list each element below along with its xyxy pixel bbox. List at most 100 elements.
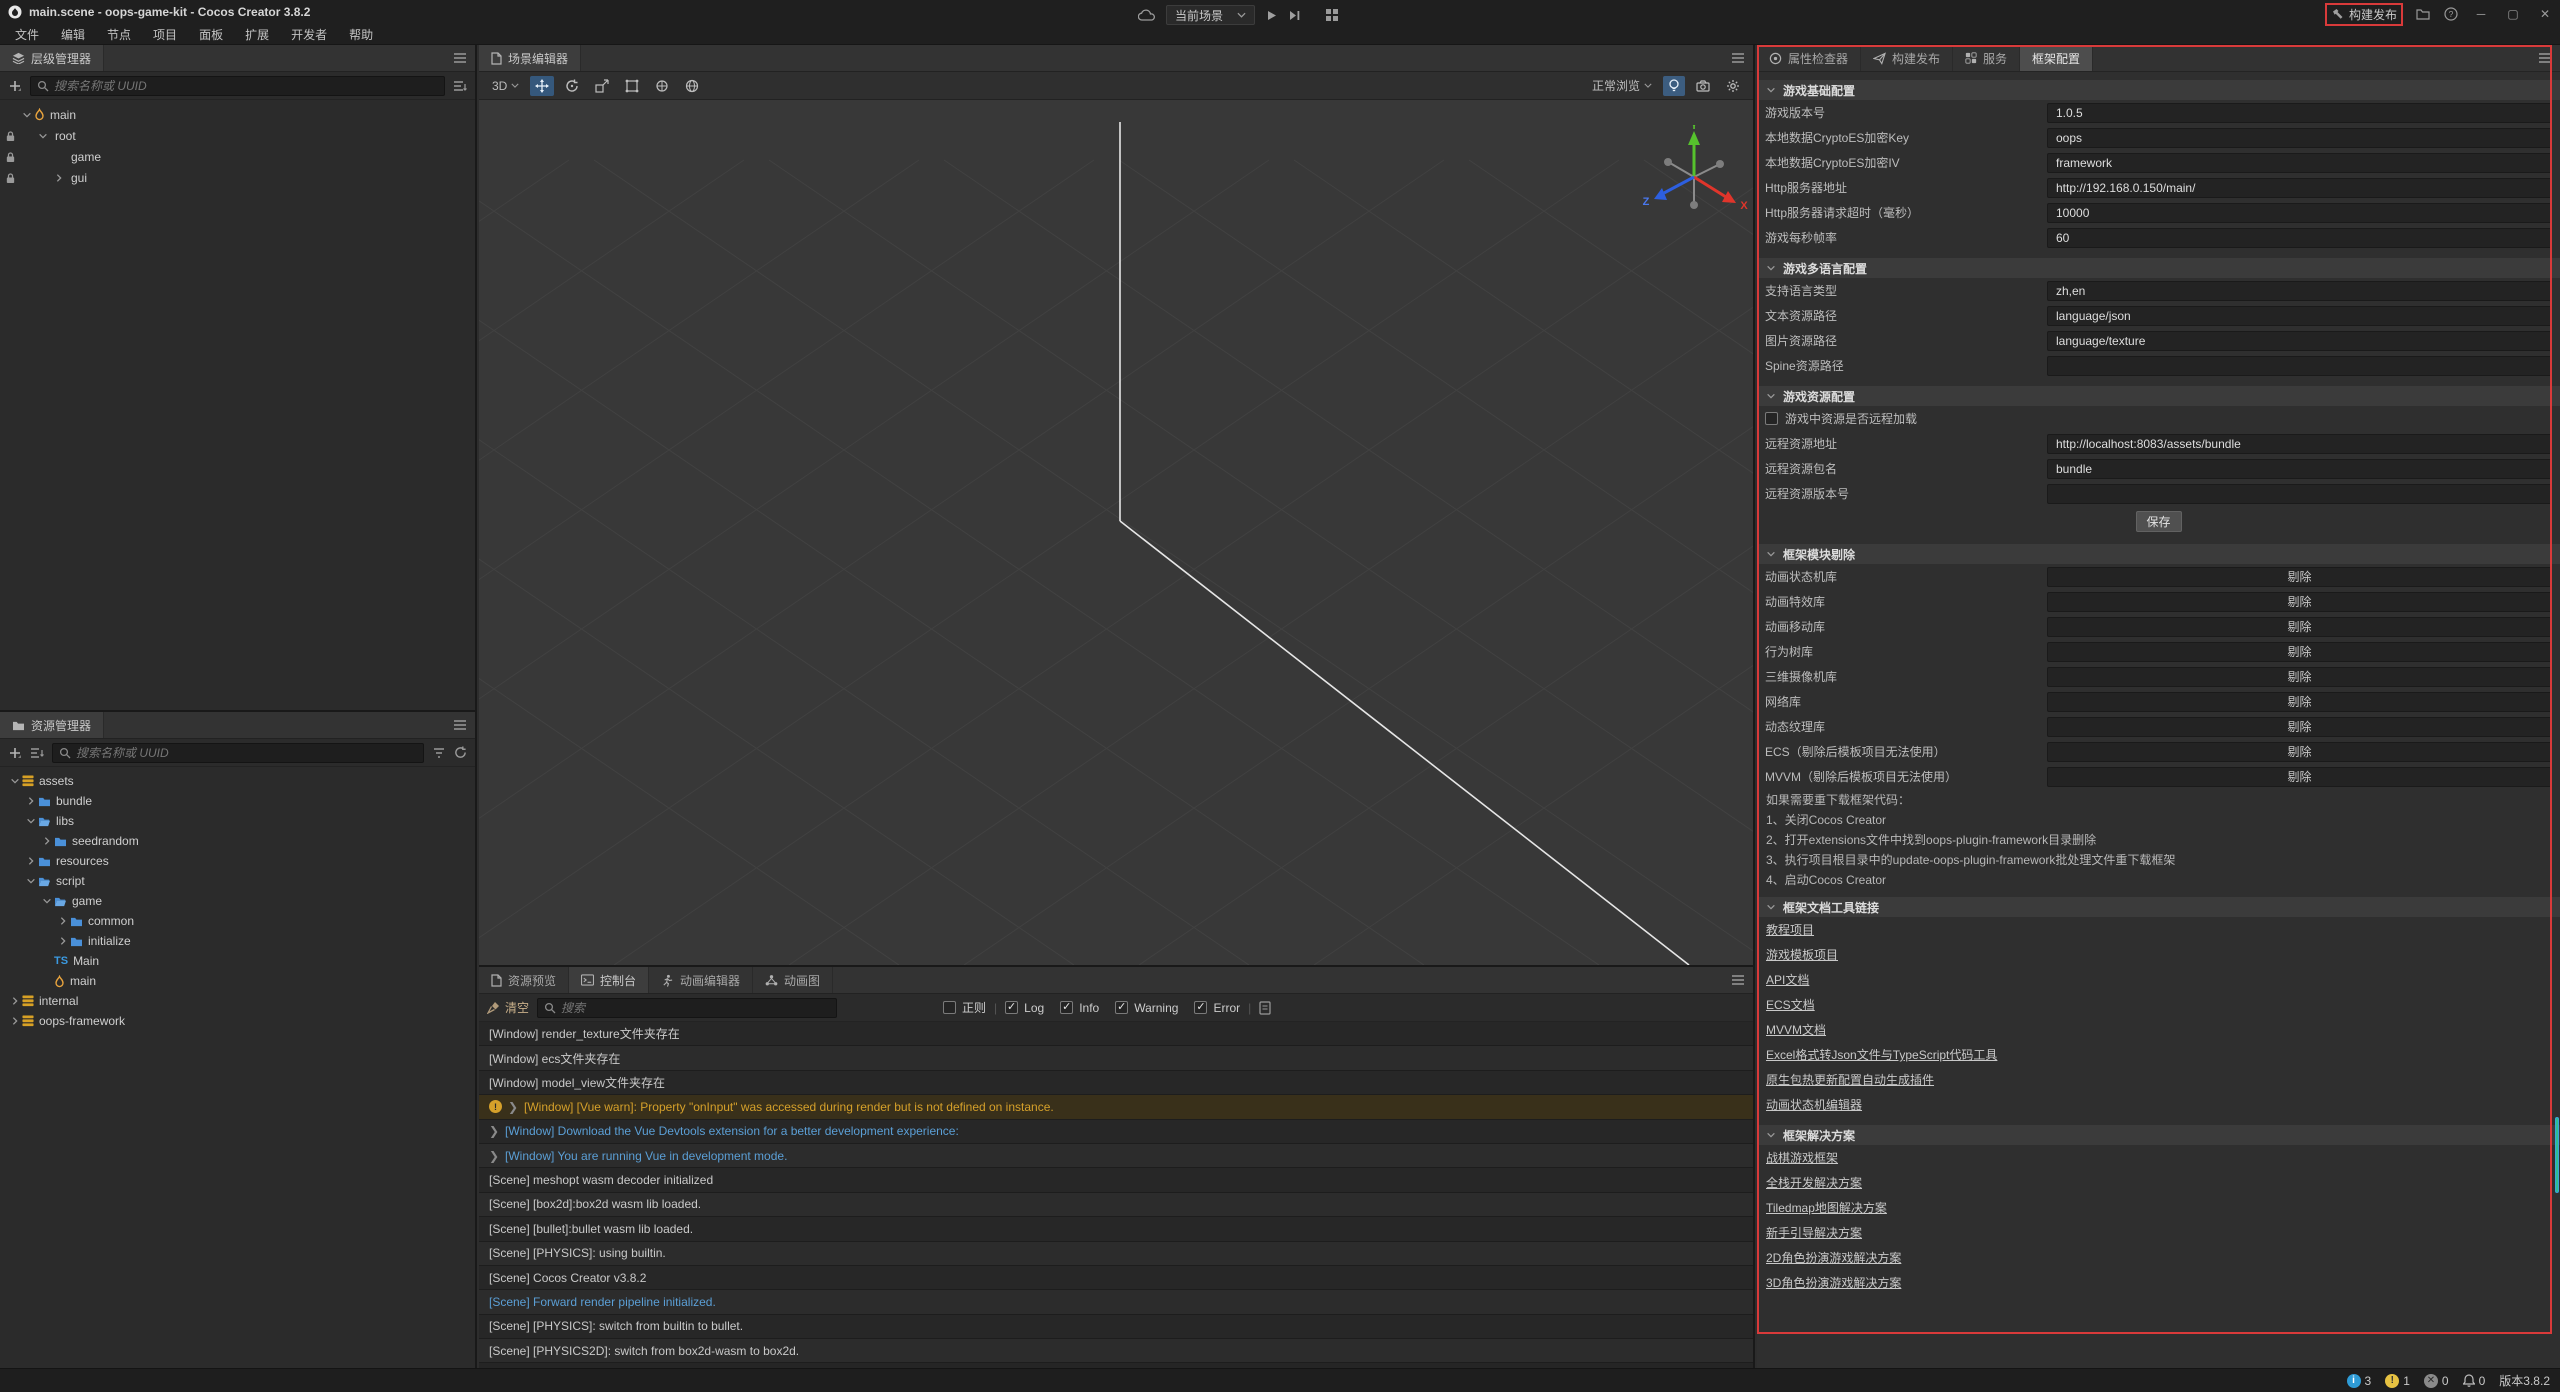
log-row[interactable]: [Window] model_view文件夹存在 xyxy=(479,1071,1753,1095)
doc-link[interactable]: ECS文档 xyxy=(1766,996,1815,1013)
scale-tool-button[interactable] xyxy=(590,76,614,96)
assets-filter-icon[interactable] xyxy=(432,747,446,759)
tab-scene-editor[interactable]: 场景编辑器 xyxy=(479,45,581,71)
close-button[interactable]: ✕ xyxy=(2536,7,2554,21)
tab-framework-config[interactable]: 框架配置 xyxy=(2020,45,2093,71)
config-input[interactable]: framework xyxy=(2047,153,2552,173)
module-remove-button[interactable]: 剔除 xyxy=(2047,767,2552,787)
console-menu-icon[interactable] xyxy=(1731,974,1745,986)
chevron-right-icon[interactable] xyxy=(56,916,70,926)
help-icon[interactable]: ? xyxy=(2444,7,2458,21)
config-input[interactable]: oops xyxy=(2047,128,2552,148)
filter-checkbox-log[interactable]: ✓Log xyxy=(1005,1001,1044,1015)
tree-row[interactable]: main xyxy=(0,971,475,991)
menu-item-5[interactable]: 扩展 xyxy=(234,24,280,45)
config-input[interactable]: 1.0.5 xyxy=(2047,103,2552,123)
menu-item-0[interactable]: 文件 xyxy=(4,24,50,45)
save-button[interactable]: 保存 xyxy=(2136,511,2182,532)
menu-item-2[interactable]: 节点 xyxy=(96,24,142,45)
tree-row[interactable]: resources xyxy=(0,851,475,871)
inspector-menu-icon[interactable] xyxy=(2538,52,2552,64)
collapse-log-icon[interactable] xyxy=(1259,1001,1271,1015)
inspector-scrollbar[interactable] xyxy=(2555,1117,2559,1193)
tab-console-0[interactable]: 资源预览 xyxy=(479,967,569,993)
notification-count[interactable]: 0 xyxy=(2463,1374,2486,1388)
anchor-tool-button[interactable] xyxy=(650,76,674,96)
log-row[interactable]: !❯[Window] [Vue warn]: Property "onInput… xyxy=(479,1095,1753,1119)
chevron-right-icon[interactable]: ❯ xyxy=(508,1100,518,1114)
module-remove-button[interactable]: 剔除 xyxy=(2047,667,2552,687)
coordinate-mode-button[interactable] xyxy=(680,76,704,96)
info-count[interactable]: i 3 xyxy=(2347,1374,2372,1388)
section-header[interactable]: 游戏多语言配置 xyxy=(1757,258,2560,278)
refresh-assets-icon[interactable] xyxy=(454,746,467,759)
doc-link[interactable]: MVVM文档 xyxy=(1766,1021,1826,1038)
config-input[interactable]: 10000 xyxy=(2047,203,2552,223)
log-row[interactable]: [Scene] [bullet]:bullet wasm lib loaded. xyxy=(479,1217,1753,1241)
doc-link[interactable]: 教程项目 xyxy=(1766,921,1814,938)
doc-link[interactable]: Excel格式转Json文件与TypeScript代码工具 xyxy=(1766,1046,1997,1063)
warning-count[interactable]: ! 1 xyxy=(2385,1374,2410,1388)
chevron-right-icon[interactable] xyxy=(24,856,38,866)
config-input[interactable]: 60 xyxy=(2047,228,2552,248)
tab-console-1[interactable]: 控制台 xyxy=(569,967,649,993)
config-input[interactable] xyxy=(2047,484,2552,504)
doc-link[interactable]: Tiledmap地图解决方案 xyxy=(1766,1199,1887,1216)
regex-checkbox[interactable]: 正则 xyxy=(943,999,986,1016)
play-button[interactable] xyxy=(1265,9,1278,22)
scene-viewport[interactable]: Y X Z xyxy=(479,100,1753,965)
chevron-down-icon[interactable] xyxy=(8,776,22,786)
filter-checkbox-error[interactable]: ✓Error xyxy=(1194,1001,1240,1015)
log-row[interactable]: [Scene] [box2d]:box2d wasm lib loaded. xyxy=(479,1193,1753,1217)
step-button[interactable] xyxy=(1288,9,1301,22)
chevron-right-icon[interactable] xyxy=(24,796,38,806)
log-row[interactable]: ❯[Window] Download the Vue Devtools exte… xyxy=(479,1120,1753,1144)
chevron-right-icon[interactable] xyxy=(52,173,66,183)
chevron-right-icon[interactable]: ❯ xyxy=(489,1149,499,1163)
filter-checkbox-info[interactable]: ✓Info xyxy=(1060,1001,1099,1015)
menu-item-6[interactable]: 开发者 xyxy=(280,24,338,45)
tree-row[interactable]: assets xyxy=(0,771,475,791)
module-remove-button[interactable]: 剔除 xyxy=(2047,592,2552,612)
section-header[interactable]: 框架文档工具链接 xyxy=(1757,897,2560,917)
module-remove-button[interactable]: 剔除 xyxy=(2047,617,2552,637)
doc-link[interactable]: 战棋游戏框架 xyxy=(1766,1149,1838,1166)
module-remove-button[interactable]: 剔除 xyxy=(2047,567,2552,587)
hierarchy-menu-icon[interactable] xyxy=(453,52,467,64)
menu-item-1[interactable]: 编辑 xyxy=(50,24,96,45)
log-row[interactable]: [Scene] Cocos Creator v3.8.2 xyxy=(479,1266,1753,1290)
rotate-tool-button[interactable] xyxy=(560,76,584,96)
section-header[interactable]: 游戏资源配置 xyxy=(1757,386,2560,406)
add-node-button[interactable] xyxy=(8,79,22,93)
chevron-right-icon[interactable] xyxy=(8,996,22,1006)
tree-row[interactable]: gui xyxy=(0,167,475,188)
sort-assets-icon[interactable] xyxy=(30,747,44,759)
chevron-down-icon[interactable] xyxy=(24,816,38,826)
build-publish-button[interactable]: 构建发布 xyxy=(2326,4,2402,25)
console-search-input[interactable]: 搜索 xyxy=(537,998,837,1018)
tab-hierarchy[interactable]: 层级管理器 xyxy=(0,45,104,71)
chevron-right-icon[interactable]: ❯ xyxy=(489,1124,499,1138)
tree-row[interactable]: oops-framework xyxy=(0,1011,475,1031)
doc-link[interactable]: 2D角色扮演游戏解决方案 xyxy=(1766,1249,1901,1266)
config-input[interactable]: language/json xyxy=(2047,306,2552,326)
tree-row[interactable]: internal xyxy=(0,991,475,1011)
log-row[interactable]: [Scene] [PHYSICS]: switch from builtin t… xyxy=(479,1315,1753,1339)
scene-camera-button[interactable] xyxy=(1691,76,1715,96)
tab-console-3[interactable]: 动画图 xyxy=(753,967,833,993)
module-remove-button[interactable]: 剔除 xyxy=(2047,717,2552,737)
tab-inspector-0[interactable]: 属性检查器 xyxy=(1757,45,1861,71)
module-remove-button[interactable]: 剔除 xyxy=(2047,642,2552,662)
chevron-down-icon[interactable] xyxy=(24,876,38,886)
menu-item-3[interactable]: 项目 xyxy=(142,24,188,45)
log-row[interactable]: [Window] ecs文件夹存在 xyxy=(479,1046,1753,1070)
open-folder-icon[interactable] xyxy=(2416,8,2430,20)
add-asset-button[interactable] xyxy=(8,746,22,760)
error-count[interactable]: ✕ 0 xyxy=(2424,1374,2449,1388)
log-row[interactable]: [Window] render_texture文件夹存在 xyxy=(479,1022,1753,1046)
tree-row[interactable]: bundle xyxy=(0,791,475,811)
tree-row[interactable]: root xyxy=(0,125,475,146)
tree-row[interactable]: game xyxy=(0,891,475,911)
hierarchy-filter-icon[interactable] xyxy=(453,80,467,92)
chevron-down-icon[interactable] xyxy=(20,110,34,120)
